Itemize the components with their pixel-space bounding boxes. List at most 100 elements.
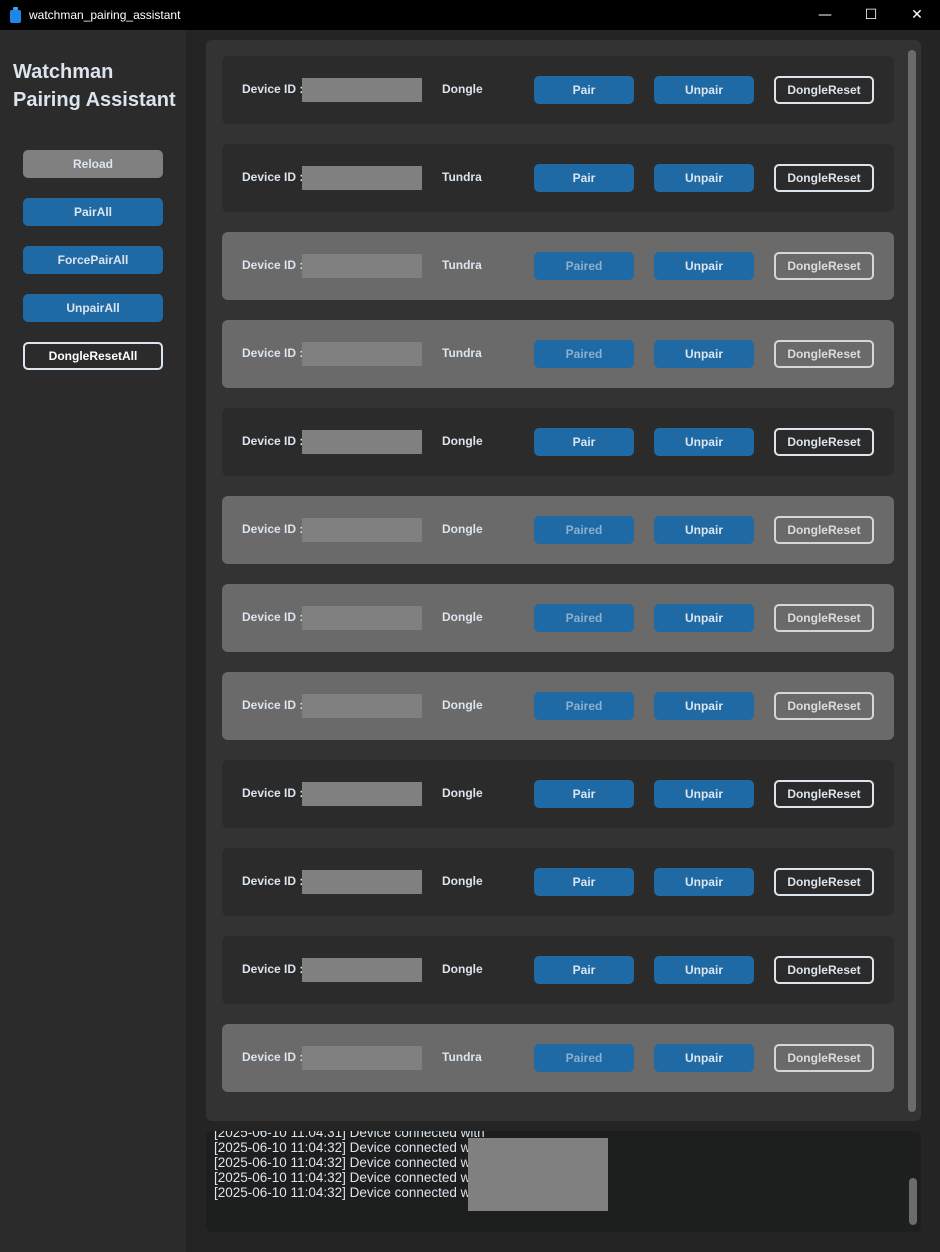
pair-button: Paired — [534, 1044, 634, 1072]
sidebar: Watchman Pairing Assistant Reload PairAl… — [0, 30, 186, 1252]
dongle-reset-button[interactable]: DongleReset — [774, 604, 874, 632]
device-id-label: Device ID : — [242, 786, 304, 800]
window-title: watchman_pairing_assistant — [29, 8, 181, 22]
pair-button: Paired — [534, 252, 634, 280]
log-line: [2025-06-10 11:04:31] Device connected w… — [214, 1131, 485, 1140]
pair-button[interactable]: Pair — [534, 428, 634, 456]
unpair-button[interactable]: Unpair — [654, 604, 754, 632]
device-row: Device ID : Dongle Pair Unpair DongleReset — [222, 56, 894, 124]
unpair-button[interactable]: Unpair — [654, 76, 754, 104]
device-list-scrollbar[interactable] — [908, 50, 916, 1112]
redacted-device-id — [302, 958, 422, 982]
redacted-device-id — [302, 606, 422, 630]
unpair-button[interactable]: Unpair — [654, 252, 754, 280]
title-bar: watchman_pairing_assistant — ☐ ✕ — [0, 0, 940, 30]
device-id-label: Device ID : — [242, 962, 304, 976]
dongle-reset-button[interactable]: DongleReset — [774, 252, 874, 280]
log-lines: [2025-06-10 11:04:31] Device connected w… — [214, 1131, 485, 1200]
device-id-label: Device ID : — [242, 1050, 304, 1064]
dongle-reset-button[interactable]: DongleReset — [774, 692, 874, 720]
log-line: [2025-06-10 11:04:32] Device connected w… — [214, 1140, 485, 1155]
device-type: Tundra — [442, 346, 482, 360]
dongle-reset-button[interactable]: DongleReset — [774, 340, 874, 368]
redacted-device-id — [302, 254, 422, 278]
log-line: [2025-06-10 11:04:32] Device connected w… — [214, 1155, 485, 1170]
redacted-device-id — [302, 1046, 422, 1070]
force-pair-all-button[interactable]: ForcePairAll — [23, 246, 163, 274]
device-type: Tundra — [442, 170, 482, 184]
unpair-button[interactable]: Unpair — [654, 340, 754, 368]
device-row: Device ID : Dongle Pair Unpair DongleReset — [222, 760, 894, 828]
device-id-label: Device ID : — [242, 258, 304, 272]
device-type: Tundra — [442, 258, 482, 272]
device-type: Dongle — [442, 610, 483, 624]
device-row: Device ID : Dongle Pair Unpair DongleReset — [222, 848, 894, 916]
device-row: Device ID : Dongle Pair Unpair DongleReset — [222, 936, 894, 1004]
pair-button[interactable]: Pair — [534, 780, 634, 808]
redacted-device-id — [302, 694, 422, 718]
pair-button: Paired — [534, 516, 634, 544]
dongle-reset-all-button[interactable]: DongleResetAll — [23, 342, 163, 370]
device-id-label: Device ID : — [242, 610, 304, 624]
log-scrollbar[interactable] — [909, 1178, 917, 1225]
unpair-button[interactable]: Unpair — [654, 516, 754, 544]
device-id-label: Device ID : — [242, 82, 304, 96]
device-type: Dongle — [442, 434, 483, 448]
device-row: Device ID : Tundra Paired Unpair DongleReset — [222, 232, 894, 300]
pair-button[interactable]: Pair — [534, 76, 634, 104]
pair-all-button[interactable]: PairAll — [23, 198, 163, 226]
maximize-button[interactable]: ☐ — [848, 0, 894, 30]
dongle-reset-button[interactable]: DongleReset — [774, 868, 874, 896]
unpair-button[interactable]: Unpair — [654, 956, 754, 984]
bottle-app-icon — [10, 7, 21, 23]
device-row: Device ID : Dongle Paired Unpair DongleReset — [222, 672, 894, 740]
device-row: Device ID : Tundra Pair Unpair DongleReset — [222, 144, 894, 212]
redacted-device-id — [302, 870, 422, 894]
device-row: Device ID : Tundra Paired Unpair DongleReset — [222, 320, 894, 388]
device-type: Dongle — [442, 962, 483, 976]
redacted-device-id — [302, 430, 422, 454]
device-id-label: Device ID : — [242, 698, 304, 712]
device-id-label: Device ID : — [242, 170, 304, 184]
redacted-device-id — [302, 166, 422, 190]
device-type: Dongle — [442, 82, 483, 96]
pair-button: Paired — [534, 604, 634, 632]
device-type: Dongle — [442, 698, 483, 712]
dongle-reset-button[interactable]: DongleReset — [774, 1044, 874, 1072]
pair-button: Paired — [534, 692, 634, 720]
unpair-all-button[interactable]: UnpairAll — [23, 294, 163, 322]
log-line: [2025-06-10 11:04:32] Device connected w… — [214, 1185, 485, 1200]
unpair-button[interactable]: Unpair — [654, 1044, 754, 1072]
pair-button[interactable]: Pair — [534, 164, 634, 192]
device-row: Device ID : Dongle Paired Unpair DongleReset — [222, 496, 894, 564]
log-line: [2025-06-10 11:04:32] Device connected w… — [214, 1170, 485, 1185]
log-panel: [2025-06-10 11:04:31] Device connected w… — [206, 1131, 921, 1232]
dongle-reset-button[interactable]: DongleReset — [774, 516, 874, 544]
close-button[interactable]: ✕ — [894, 0, 940, 30]
dongle-reset-button[interactable]: DongleReset — [774, 780, 874, 808]
device-id-label: Device ID : — [242, 346, 304, 360]
device-type: Dongle — [442, 874, 483, 888]
unpair-button[interactable]: Unpair — [654, 164, 754, 192]
minimize-button[interactable]: — — [802, 0, 848, 30]
unpair-button[interactable]: Unpair — [654, 868, 754, 896]
dongle-reset-button[interactable]: DongleReset — [774, 76, 874, 104]
redacted-device-id — [302, 518, 422, 542]
device-type: Dongle — [442, 786, 483, 800]
device-id-label: Device ID : — [242, 522, 304, 536]
app-heading-line1: Watchman — [13, 61, 114, 83]
reload-button[interactable]: Reload — [23, 150, 163, 178]
device-row: Device ID : Dongle Pair Unpair DongleReset — [222, 408, 894, 476]
dongle-reset-button[interactable]: DongleReset — [774, 164, 874, 192]
unpair-button[interactable]: Unpair — [654, 428, 754, 456]
redacted-device-id — [302, 342, 422, 366]
pair-button[interactable]: Pair — [534, 868, 634, 896]
dongle-reset-button[interactable]: DongleReset — [774, 428, 874, 456]
unpair-button[interactable]: Unpair — [654, 692, 754, 720]
pair-button[interactable]: Pair — [534, 956, 634, 984]
unpair-button[interactable]: Unpair — [654, 780, 754, 808]
device-id-label: Device ID : — [242, 874, 304, 888]
device-type: Dongle — [442, 522, 483, 536]
app-heading: Watchman Pairing Assistant — [13, 58, 183, 114]
dongle-reset-button[interactable]: DongleReset — [774, 956, 874, 984]
